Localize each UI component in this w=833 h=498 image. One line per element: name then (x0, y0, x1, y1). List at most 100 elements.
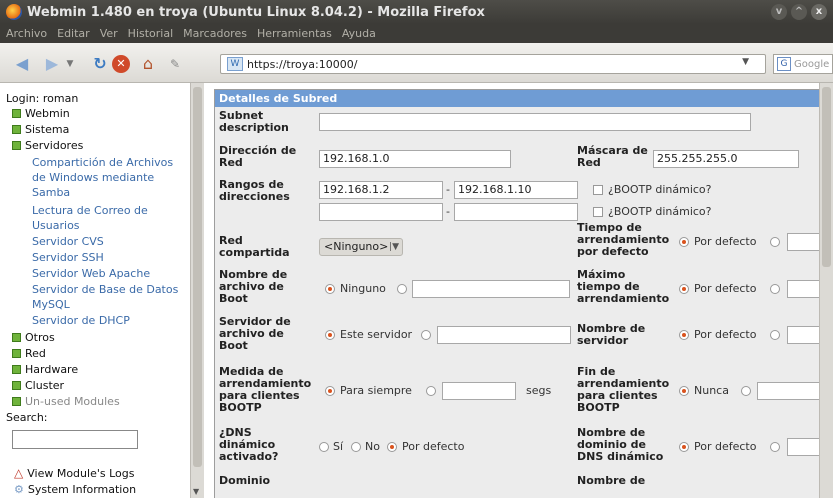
bootp-lease-label: Medida de arrendamiento para clientes BO… (219, 365, 312, 414)
range-start-input[interactable]: 192.168.1.2 (319, 181, 443, 199)
category-otros[interactable]: Otros (12, 331, 55, 344)
bootp-end-input[interactable] (757, 382, 827, 400)
module-mysql[interactable]: MySQL (32, 297, 70, 312)
sidebar-scrollbar[interactable]: ▼ (190, 83, 204, 498)
search-box[interactable]: G Google (773, 54, 833, 74)
boot-server-input[interactable] (437, 326, 571, 344)
boot-filename-none-radio[interactable] (325, 284, 335, 294)
maximize-button[interactable]: ^ (791, 4, 807, 20)
shared-network-label: Red compartida (219, 234, 290, 259)
module-search-input[interactable] (12, 430, 138, 449)
ddns-no-radio[interactable] (351, 442, 361, 452)
category-hardware[interactable]: Hardware (12, 363, 78, 376)
bootp-lease-custom-radio[interactable] (426, 386, 436, 396)
scrollbar-thumb[interactable] (822, 87, 831, 267)
view-logs-link[interactable]: △ View Module's Logs (14, 466, 134, 480)
reload-icon[interactable]: ↻ (90, 55, 110, 73)
menu-editar[interactable]: Editar (57, 27, 90, 40)
window-title: Webmin 1.480 en troya (Ubuntu Linux 8.04… (27, 4, 485, 20)
category-label: Sistema (25, 123, 70, 136)
boot-server-this-radio[interactable] (325, 330, 335, 340)
history-dropdown-icon[interactable]: ▼ (64, 55, 76, 73)
server-name-custom-radio[interactable] (770, 330, 780, 340)
category-sistema[interactable]: Sistema (12, 123, 69, 136)
category-red[interactable]: Red (12, 347, 46, 360)
shared-network-select[interactable]: <Ninguno> |▼ (319, 238, 403, 256)
range-start-input-2[interactable] (319, 203, 443, 221)
menu-historial[interactable]: Historial (128, 27, 173, 40)
lease-default-radio[interactable] (679, 237, 689, 247)
minimize-button[interactable]: v (771, 4, 787, 20)
url-dropdown-icon[interactable]: ▼ (742, 57, 749, 67)
view-logs-label: View Module's Logs (27, 466, 135, 480)
netmask-input[interactable]: 255.255.255.0 (653, 150, 799, 168)
category-webmin[interactable]: Webmin (12, 107, 70, 120)
ddns-domain-custom-radio[interactable] (770, 442, 780, 452)
google-engine-icon[interactable]: G (777, 57, 791, 71)
close-button[interactable]: x (811, 4, 827, 20)
default-lease-time-label: Tiempo de arrendamiento por defecto (577, 221, 670, 258)
bootp-dynamic-checkbox-2[interactable] (593, 207, 603, 217)
content-scrollbar[interactable] (819, 83, 833, 498)
module-mysql[interactable]: Servidor de Base de Datos (32, 282, 178, 297)
back-arrow-icon[interactable]: ◀ (12, 55, 32, 73)
folder-icon (12, 141, 21, 150)
ddns-yes-radio[interactable] (319, 442, 329, 452)
module-dhcp[interactable]: Servidor de DHCP (32, 313, 130, 328)
panel-form: Subnet description Dirección de Red 192.… (215, 107, 827, 498)
bootp-end-never-label: Nunca (694, 384, 729, 397)
category-cluster[interactable]: Cluster (12, 379, 64, 392)
menu-marcadores[interactable]: Marcadores (183, 27, 247, 40)
boot-server-custom-radio[interactable] (421, 330, 431, 340)
menu-ver[interactable]: Ver (100, 27, 118, 40)
max-lease-custom-radio[interactable] (770, 284, 780, 294)
menu-archivo[interactable]: Archivo (6, 27, 47, 40)
domain-label-partial: Dominio (219, 474, 271, 487)
menu-herramientas[interactable]: Herramientas (257, 27, 332, 40)
boot-filename-custom-radio[interactable] (397, 284, 407, 294)
folder-icon (12, 109, 21, 118)
bootp-lease-unit: segs (526, 384, 552, 397)
server-name-default-radio[interactable] (679, 330, 689, 340)
bootp-lease-forever-radio[interactable] (325, 386, 335, 396)
category-unused-modules[interactable]: Un-used Modules (12, 395, 120, 408)
system-info-link[interactable]: ⚙ System Information (14, 483, 136, 496)
address-bar[interactable]: W https://troya:10000/ ▼ (220, 54, 766, 74)
stop-icon[interactable]: ✕ (112, 55, 130, 73)
menu-ayuda[interactable]: Ayuda (342, 27, 376, 40)
subnet-description-input[interactable] (319, 113, 751, 131)
scrollbar-thumb[interactable] (193, 87, 202, 467)
scroll-down-icon[interactable]: ▼ (193, 487, 199, 496)
boot-filename-label: Nombre de archivo de Boot (219, 268, 288, 305)
ddns-default-radio[interactable] (387, 442, 397, 452)
boot-filename-input[interactable] (412, 280, 570, 298)
ddns-domain-default-radio[interactable] (679, 442, 689, 452)
category-label: Servidores (25, 139, 84, 152)
folder-icon (12, 381, 21, 390)
folder-icon (12, 333, 21, 342)
bootp-end-custom-radio[interactable] (741, 386, 751, 396)
module-apache[interactable]: Servidor Web Apache (32, 266, 150, 281)
max-lease-default-radio[interactable] (679, 284, 689, 294)
range-end-input[interactable]: 192.168.1.10 (454, 181, 578, 199)
range-end-input-2[interactable] (454, 203, 578, 221)
network-address-input[interactable]: 192.168.1.0 (319, 150, 511, 168)
forward-arrow-icon[interactable]: ▶ (42, 55, 62, 73)
bootp-lease-input[interactable] (442, 382, 516, 400)
ddns-yes-label: Sí (333, 440, 344, 453)
module-samba[interactable]: Compartición de Archivos (32, 155, 173, 170)
name-label-partial: Nombre de (577, 474, 646, 487)
module-usermin-mail[interactable]: Lectura de Correo de (32, 203, 148, 218)
module-samba[interactable]: Samba (32, 185, 70, 200)
home-icon[interactable]: ⌂ (138, 55, 158, 73)
module-ssh[interactable]: Servidor SSH (32, 250, 104, 265)
category-servidores[interactable]: Servidores (12, 139, 83, 152)
lease-custom-radio[interactable] (770, 237, 780, 247)
module-cvs[interactable]: Servidor CVS (32, 234, 104, 249)
bootp-end-never-radio[interactable] (679, 386, 689, 396)
module-usermin-mail[interactable]: Usuarios (32, 218, 80, 233)
webmin-sidebar: Login: roman Webmin Sistema Servidores C… (0, 83, 190, 498)
navigation-toolbar: ◀ ▶ ▼ ↻ ✕ ⌂ ✎ W https://troya:10000/ ▼ G… (0, 43, 833, 83)
module-samba[interactable]: de Windows mediante (32, 170, 154, 185)
bootp-dynamic-checkbox[interactable] (593, 185, 603, 195)
